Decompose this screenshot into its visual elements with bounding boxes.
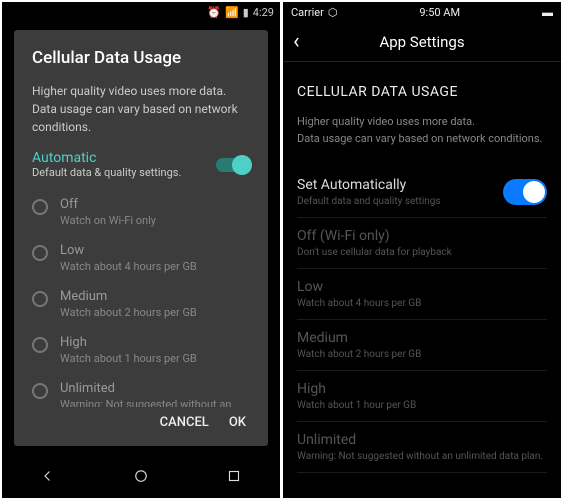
set-automatically-row[interactable]: Set Automatically Default data and quali…: [297, 167, 547, 218]
option-medium[interactable]: MediumWatch about 2 hours per GB: [297, 320, 547, 371]
automatic-sub: Default data & quality settings.: [32, 166, 181, 179]
option-unlimited[interactable]: UnlimitedWarning: Not suggested without …: [297, 422, 547, 473]
nav-recents-icon[interactable]: [225, 467, 243, 489]
quality-options: OffWatch on Wi-Fi only LowWatch about 4 …: [32, 189, 250, 407]
radio-icon: [32, 245, 48, 261]
auto-label: Set Automatically: [297, 177, 441, 193]
status-time: 4:29: [253, 6, 274, 19]
option-unlimited[interactable]: UnlimitedWarning: Not suggested without …: [32, 373, 250, 407]
section-description: Higher quality video uses more data. Dat…: [297, 114, 547, 147]
option-medium[interactable]: MediumWatch about 2 hours per GB: [32, 281, 250, 327]
page-title: App Settings: [379, 33, 464, 51]
cancel-button[interactable]: CANCEL: [160, 415, 209, 430]
ios-screen: Carrier ⬡ 9:50 AM ▬ ‹ App Settings CELLUL…: [283, 2, 561, 498]
back-chevron-icon[interactable]: ‹: [293, 29, 300, 54]
ok-button[interactable]: OK: [229, 415, 246, 430]
battery-icon: ▮: [243, 6, 249, 19]
radio-icon: [32, 199, 48, 215]
android-statusbar: ⏰ 📶 ▮ 4:29: [2, 2, 280, 22]
status-time: 9:50 AM: [419, 6, 460, 19]
option-low[interactable]: LowWatch about 4 hours per GB: [32, 235, 250, 281]
auto-toggle[interactable]: [503, 179, 547, 205]
android-screen: ⏰ 📶 ▮ 4:29 ← NETFLIX C N AN Q SC RC BC E…: [2, 2, 280, 498]
battery-icon: ▬: [542, 6, 553, 19]
nav-home-icon[interactable]: [132, 467, 150, 489]
ios-statusbar: Carrier ⬡ 9:50 AM ▬: [283, 2, 561, 22]
dialog-description: Higher quality video uses more data. Dat…: [32, 82, 250, 136]
android-navbar: [2, 458, 280, 498]
automatic-toggle[interactable]: [216, 158, 250, 172]
radio-icon: [32, 337, 48, 353]
signal-icon: 📶: [225, 6, 239, 19]
radio-icon: [32, 291, 48, 307]
option-off[interactable]: Off (Wi-Fi only)Don't use cellular data …: [297, 218, 547, 269]
carrier-label: Carrier: [291, 6, 324, 19]
option-off[interactable]: OffWatch on Wi-Fi only: [32, 189, 250, 235]
ios-header: ‹ App Settings: [283, 22, 561, 62]
wifi-icon: ⬡: [328, 6, 338, 19]
alarm-icon: ⏰: [207, 6, 221, 19]
radio-icon: [32, 383, 48, 399]
option-low[interactable]: LowWatch about 4 hours per GB: [297, 269, 547, 320]
option-high[interactable]: HighWatch about 1 hour per GB: [297, 371, 547, 422]
automatic-label: Automatic: [32, 150, 181, 166]
automatic-row[interactable]: Automatic Default data & quality setting…: [32, 150, 250, 179]
option-high[interactable]: HighWatch about 1 hours per GB: [32, 327, 250, 373]
section-header: CELLULAR DATA USAGE: [297, 84, 547, 100]
dialog-title: Cellular Data Usage: [32, 48, 250, 68]
auto-sub: Default data and quality settings: [297, 196, 441, 207]
cellular-data-dialog: Cellular Data Usage Higher quality video…: [14, 30, 268, 446]
nav-back-icon[interactable]: [39, 467, 57, 489]
